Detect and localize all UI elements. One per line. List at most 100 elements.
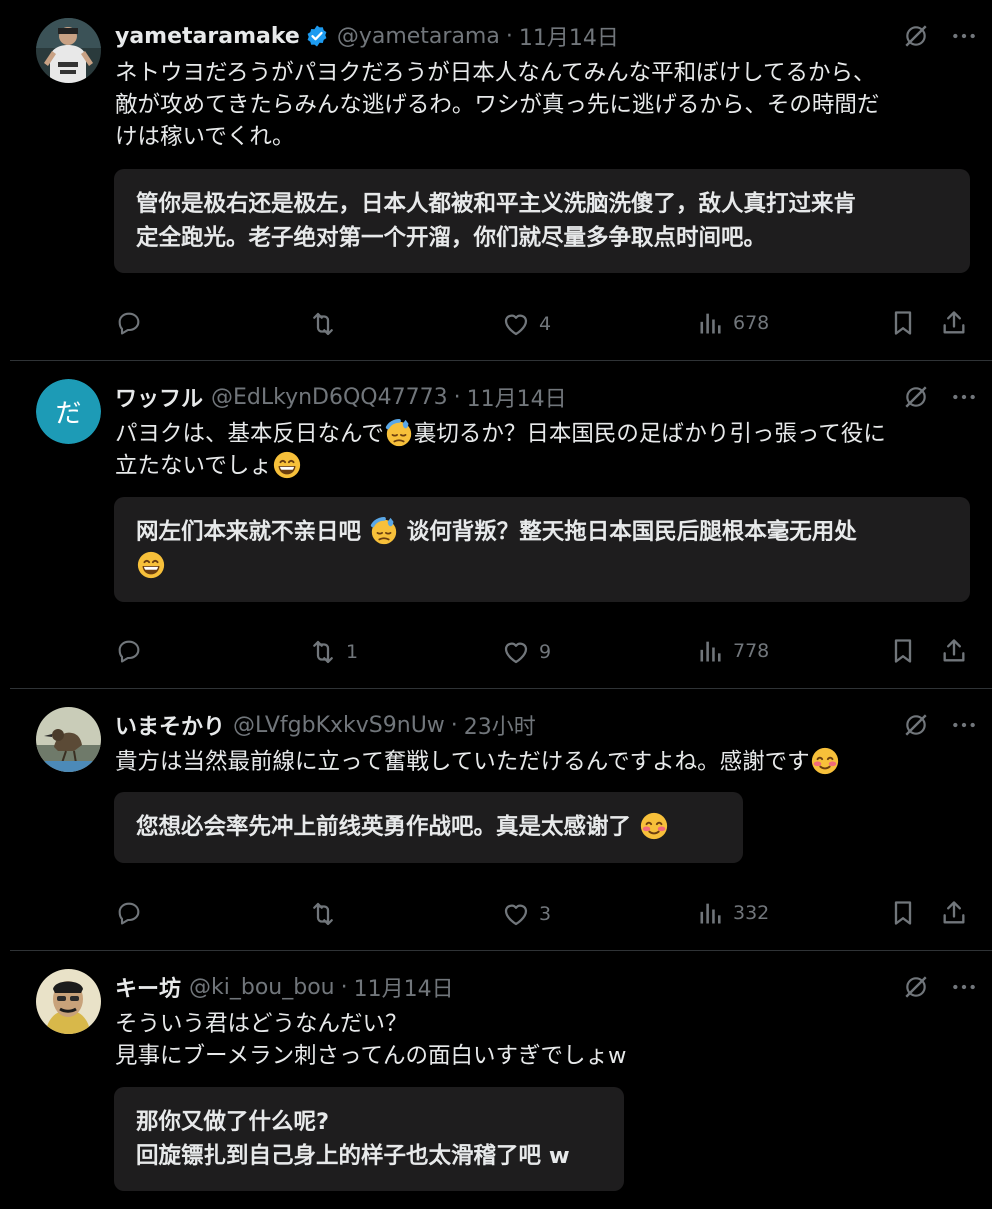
views-button[interactable]: 678 (697, 309, 769, 337)
views-button[interactable]: 778 (697, 637, 769, 665)
like-button[interactable]: 9 (501, 637, 551, 667)
views-button[interactable]: 332 (697, 899, 769, 927)
share-button[interactable] (940, 309, 968, 337)
sweat-emoji (369, 516, 399, 546)
translation-line: 那你又做了什么呢? (136, 1109, 330, 1135)
tweet-text-segment: 裏切るか？日本国民の足ばかり引っ張って役に (413, 421, 886, 447)
translation-line: 回旋镖扎到自己身上的样子也太滑稽了吧 w (136, 1143, 570, 1169)
avatar[interactable] (36, 707, 101, 772)
tweet-text: ネトウヨだろうがパヨクだろうが日本人なんてみんな平和ぼけしてるから、 敵が攻めて… (115, 57, 970, 153)
tweet-text-line: 貴方は当然最前線に立って奮戦していただけるんですよね。感謝です (115, 746, 970, 778)
retweet-icon (308, 309, 338, 339)
like-button[interactable]: 3 (501, 899, 551, 929)
retweet-button[interactable] (308, 309, 346, 339)
bookmark-icon (889, 899, 917, 927)
tweet[interactable]: だ ワッフル @EdLkynD6QQ47773 · 11月14日 パヨクは、基本… (10, 361, 992, 689)
translation-line: 网左们本来就不亲日吧 谈何背叛？整天拖日本国民后腿根本毫无用处 (136, 515, 948, 549)
translation-box: 那你又做了什么呢? 回旋镖扎到自己身上的样子也太滑稽了吧 w (114, 1087, 624, 1191)
separator-dot: · (340, 974, 348, 1000)
views-icon (697, 309, 725, 337)
more-icon[interactable] (951, 712, 977, 738)
more-icon[interactable] (951, 384, 977, 410)
timestamp[interactable]: 11月14日 (354, 971, 454, 1003)
reply-icon (115, 899, 143, 927)
retweet-button[interactable]: 1 (308, 637, 358, 667)
grok-icon[interactable] (903, 974, 929, 1000)
reply-button[interactable] (115, 309, 151, 337)
user-handle[interactable]: @LVfgbKxkvS9nUw (233, 713, 445, 738)
tweet-text-line: パヨクは、基本反日なんで 裏切るか？日本国民の足ばかり引っ張って役に (115, 418, 970, 450)
view-count: 678 (733, 312, 770, 334)
bookmark-button[interactable] (889, 899, 917, 927)
translation-segment: 谈何背叛？整天拖日本国民后腿根本毫无用处 (406, 519, 857, 545)
reply-button[interactable] (115, 899, 151, 927)
avatar[interactable]: だ (36, 379, 101, 444)
more-icon[interactable] (951, 23, 977, 49)
display-name[interactable]: yametaramake (115, 24, 300, 49)
share-icon (940, 637, 968, 665)
avatar[interactable] (36, 18, 101, 83)
tweet[interactable]: yametaramake @yametarama · 11月14日 ネトウヨだろ… (10, 0, 992, 361)
like-icon (501, 899, 531, 929)
translation-line: 您想必会率先冲上前线英勇作战吧。真是太感谢了 (136, 810, 721, 844)
separator-dot: · (505, 23, 513, 49)
sweat-emoji (384, 418, 414, 448)
user-handle[interactable]: @ki_bou_bou (189, 975, 335, 1000)
share-button[interactable] (940, 637, 968, 665)
tweet-text-line: 見事にブーメラン刺さってんの面白いすぎでしょw (115, 1043, 627, 1069)
tweet[interactable]: キー坊 @ki_bou_bou · 11月14日 そういう君はどうなんだい？ 見… (10, 951, 992, 1209)
display-name[interactable]: ワッフル (115, 381, 203, 413)
bookmark-icon (889, 637, 917, 665)
tweet-text-line: けは稼いでくれ。 (115, 124, 295, 150)
tweet-text-line: 立たないでしょ (115, 450, 970, 482)
retweet-icon (308, 899, 338, 929)
tweet[interactable]: いまそかり @LVfgbKxkvS9nUw · 23小时 貴方は当然最前線に立っ… (10, 689, 992, 951)
timestamp[interactable]: 11月14日 (467, 381, 567, 413)
translation-segment: 网左们本来就不亲日吧 (136, 519, 362, 545)
action-bar: 1 9 778 (115, 637, 970, 667)
tweet-text-segment: 立たないでしょ (115, 453, 272, 479)
action-bar: 3 332 (115, 899, 970, 929)
share-icon (940, 899, 968, 927)
grok-icon[interactable] (903, 712, 929, 738)
share-icon (940, 309, 968, 337)
translation-line: 定全跑光。老子绝对第一个开溜，你们就尽量多争取点时间吧。 (136, 225, 767, 251)
grok-icon[interactable] (903, 384, 929, 410)
tweet-header: yametaramake @yametarama · 11月14日 (115, 20, 977, 52)
tweet-text: 貴方は当然最前線に立って奮戦していただけるんですよね。感謝です (115, 746, 970, 778)
action-bar: 4 678 (115, 309, 970, 339)
tweet-text: パヨクは、基本反日なんで 裏切るか？日本国民の足ばかり引っ張って役に 立たないでし… (115, 418, 970, 482)
verified-badge-icon (307, 25, 327, 47)
translation-box: 您想必会率先冲上前线英勇作战吧。真是太感谢了 (114, 792, 743, 863)
user-handle[interactable]: @yametarama (337, 24, 500, 49)
bookmark-button[interactable] (889, 309, 917, 337)
share-button[interactable] (940, 899, 968, 927)
display-name[interactable]: キー坊 (115, 971, 181, 1003)
retweet-icon (308, 637, 338, 667)
view-count: 332 (733, 902, 770, 924)
user-handle[interactable]: @EdLkynD6QQ47773 (211, 385, 448, 410)
retweet-button[interactable] (308, 899, 346, 929)
views-icon (697, 637, 725, 665)
more-icon[interactable] (951, 974, 977, 1000)
translation-box: 网左们本来就不亲日吧 谈何背叛？整天拖日本国民后腿根本毫无用处 (114, 497, 970, 602)
display-name[interactable]: いまそかり (115, 709, 225, 741)
timestamp[interactable]: 11月14日 (519, 20, 619, 52)
reply-button[interactable] (115, 637, 151, 665)
tweet-text-segment: パヨクは、基本反日なんで (115, 421, 384, 447)
grok-icon[interactable] (903, 23, 929, 49)
like-icon (501, 637, 531, 667)
bookmark-button[interactable] (889, 637, 917, 665)
like-button[interactable]: 4 (501, 309, 551, 339)
tweet-header: いまそかり @LVfgbKxkvS9nUw · 23小时 (115, 709, 977, 741)
blush-emoji (639, 811, 669, 841)
avatar[interactable] (36, 969, 101, 1034)
tweet-text: そういう君はどうなんだい？ 見事にブーメラン刺さってんの面白いすぎでしょw (115, 1008, 970, 1072)
tweet-text-line: 敵が攻めてきたらみんな逃げるわ。ワシが真っ先に逃げるから、その時間だ (115, 92, 880, 118)
timestamp[interactable]: 23小时 (464, 709, 536, 741)
view-count: 778 (733, 640, 770, 662)
translation-box: 管你是极右还是极左，日本人都被和平主义洗脑洗傻了，敌人真打过来肯 定全跑光。老子… (114, 169, 970, 273)
like-count: 4 (539, 313, 552, 335)
views-icon (697, 899, 725, 927)
tweet-text-line: そういう君はどうなんだい？ (115, 1011, 408, 1037)
